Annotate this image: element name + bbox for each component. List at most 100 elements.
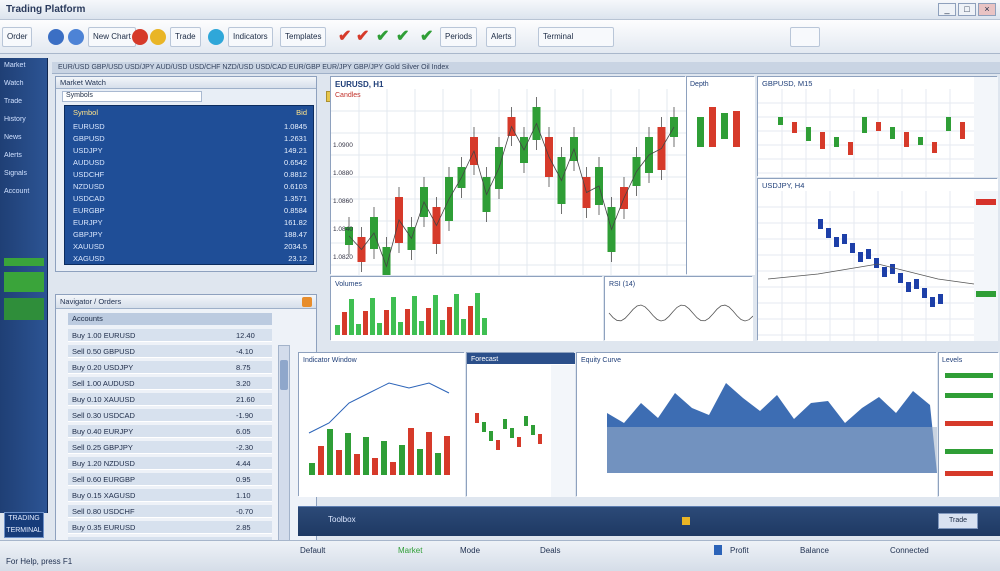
order-value: -2.30 [236, 443, 254, 452]
depth-chart-panel[interactable]: Depth [686, 76, 755, 275]
watch-row[interactable]: EURUSD 1.0845 [73, 122, 307, 134]
nav-item-signals[interactable]: Signals [4, 170, 44, 182]
confirm-check-icon[interactable]: ✔ [420, 27, 433, 47]
gbpusd-chart-panel[interactable]: GBPUSD, M15 [757, 76, 998, 177]
toolbox-tab-trade[interactable]: Trade [938, 513, 978, 529]
watch-row[interactable]: USDJPY 149.21 [73, 146, 307, 158]
order-label: Sell 0.80 USDCHF [72, 507, 135, 516]
usdjpy-chart-panel[interactable]: USDJPY, H4 [757, 178, 998, 341]
watch-tab[interactable]: Symbols [62, 91, 202, 102]
indicator-panel[interactable]: Indicator Window [298, 352, 465, 497]
watch-row[interactable]: NZDUSD 0.6103 [73, 182, 307, 194]
indicator-bar [363, 437, 369, 475]
watch-row[interactable]: GBPUSD 1.2631 [73, 134, 307, 146]
watch-bid: 2034.5 [284, 242, 307, 251]
watch-bid: 0.8812 [284, 170, 307, 179]
status-mode: Mode [460, 546, 481, 555]
nav-item-watch[interactable]: Watch [4, 80, 44, 92]
refresh-icon[interactable] [208, 29, 224, 45]
chart-icon[interactable] [48, 29, 64, 45]
watch-row[interactable]: GBPJPY 188.47 [73, 230, 307, 242]
status-block-2 [4, 272, 44, 292]
title-bar: Trading Platform _ □ × [0, 0, 1000, 20]
buy-check-icon[interactable]: ✔ [376, 27, 389, 47]
nav-item-market[interactable]: Market [4, 62, 44, 74]
orders-close-icon[interactable] [302, 297, 312, 307]
indicator-bar [390, 462, 396, 475]
forecast-title: Forecast [471, 356, 498, 363]
forecast-candle [524, 416, 528, 426]
toolbar-periods-button[interactable]: Periods [440, 27, 478, 47]
toolbar-new-chart-button[interactable]: New Chart [88, 27, 136, 47]
buy-check-icon-2[interactable]: ✔ [396, 27, 409, 47]
nav-item-news[interactable]: News [4, 134, 44, 146]
watch-row[interactable]: EURGBP 0.8584 [73, 206, 307, 218]
toolbar-terminal-button[interactable]: Terminal [538, 27, 614, 47]
order-value: 12.40 [236, 331, 255, 340]
candle-body [834, 137, 839, 147]
order-value: -1.90 [236, 411, 254, 420]
volumes-panel[interactable]: Volumes [330, 276, 603, 341]
candle-body [874, 258, 879, 268]
equity-panel[interactable]: Equity Curve [576, 352, 937, 497]
watch-symbol: EURUSD [73, 122, 105, 131]
watch-bid: 0.6103 [284, 182, 307, 191]
main-chart-panel[interactable]: EURUSD, H1 Candles 1.0900 1.0880 1.0860 1.0… [330, 76, 686, 296]
maximize-button[interactable]: □ [958, 3, 976, 16]
candle-body [792, 122, 797, 133]
watch-row[interactable]: XAGUSD 23.12 [73, 254, 307, 266]
sell-check-icon-2[interactable]: ✔ [356, 27, 369, 47]
depth-candle [721, 113, 728, 139]
alert-icon[interactable] [150, 29, 166, 45]
toolbar-trade-button[interactable]: Trade [170, 27, 201, 47]
volume-bar [363, 311, 368, 335]
nav-item-alerts[interactable]: Alerts [4, 152, 44, 164]
levels-title: Levels [942, 357, 963, 364]
order-label: Sell 0.25 GBPJPY [72, 443, 133, 452]
nav-item-account[interactable]: Account [4, 188, 44, 200]
watch-symbol: USDCAD [73, 194, 105, 203]
toolbar-order-button[interactable]: Order [2, 27, 33, 47]
zoom-icon[interactable] [68, 29, 84, 45]
scroll-thumb[interactable] [280, 360, 288, 390]
forecast-panel[interactable]: Forecast [466, 352, 575, 497]
main-chart-title: EURUSD, H1 [335, 80, 384, 89]
toolbar-small-field[interactable] [790, 27, 820, 47]
volume-bar [398, 322, 403, 335]
stop-icon[interactable] [132, 29, 148, 45]
watch-row[interactable]: XAUUSD 2034.5 [73, 242, 307, 254]
ticker-strip: EUR/USD GBP/USD USD/JPY AUD/USD USD/CHF … [52, 62, 1000, 74]
candle-body [842, 234, 847, 244]
toolbar-templates-button[interactable]: Templates [280, 27, 327, 47]
candle-body [818, 219, 823, 229]
candle-body [946, 117, 951, 131]
watch-row[interactable]: USDCAD 1.3571 [73, 194, 307, 206]
status-profit: Profit [730, 546, 749, 555]
watch-row[interactable]: EURJPY 161.82 [73, 218, 307, 230]
nav-item-history[interactable]: History [4, 116, 44, 128]
levels-panel[interactable]: Levels [938, 352, 999, 497]
sell-check-icon[interactable]: ✔ [338, 27, 351, 47]
forecast-candle [482, 422, 486, 432]
minimize-button[interactable]: _ [938, 3, 956, 16]
candle-body [960, 122, 965, 139]
order-value: 2.85 [236, 523, 251, 532]
toolbar-alerts-button[interactable]: Alerts [486, 27, 517, 47]
watch-row[interactable]: USDCHF 0.8812 [73, 170, 307, 182]
watch-row[interactable]: AUDUSD 0.6542 [73, 158, 307, 170]
order-value: 1.10 [236, 491, 251, 500]
toolbar-indicators-button[interactable]: Indicators [228, 27, 273, 47]
usdjpy-chart-svg: USDJPY, H4 [758, 179, 998, 341]
candle-body [882, 267, 887, 277]
orders-scrollbar[interactable] [278, 345, 290, 545]
nav-item-trade[interactable]: Trade [4, 98, 44, 110]
close-button[interactable]: × [978, 3, 996, 16]
rsi-panel[interactable]: RSI (14) [604, 276, 754, 341]
usdjpy-chart-title: USDJPY, H4 [762, 181, 804, 190]
volume-bar [335, 325, 340, 335]
indicator-bar [336, 450, 342, 475]
price-tag-red [976, 199, 996, 205]
status-connected: Connected [890, 546, 929, 555]
price-tag-green [976, 291, 996, 297]
price-axis-label: 1.0820 [333, 254, 353, 261]
